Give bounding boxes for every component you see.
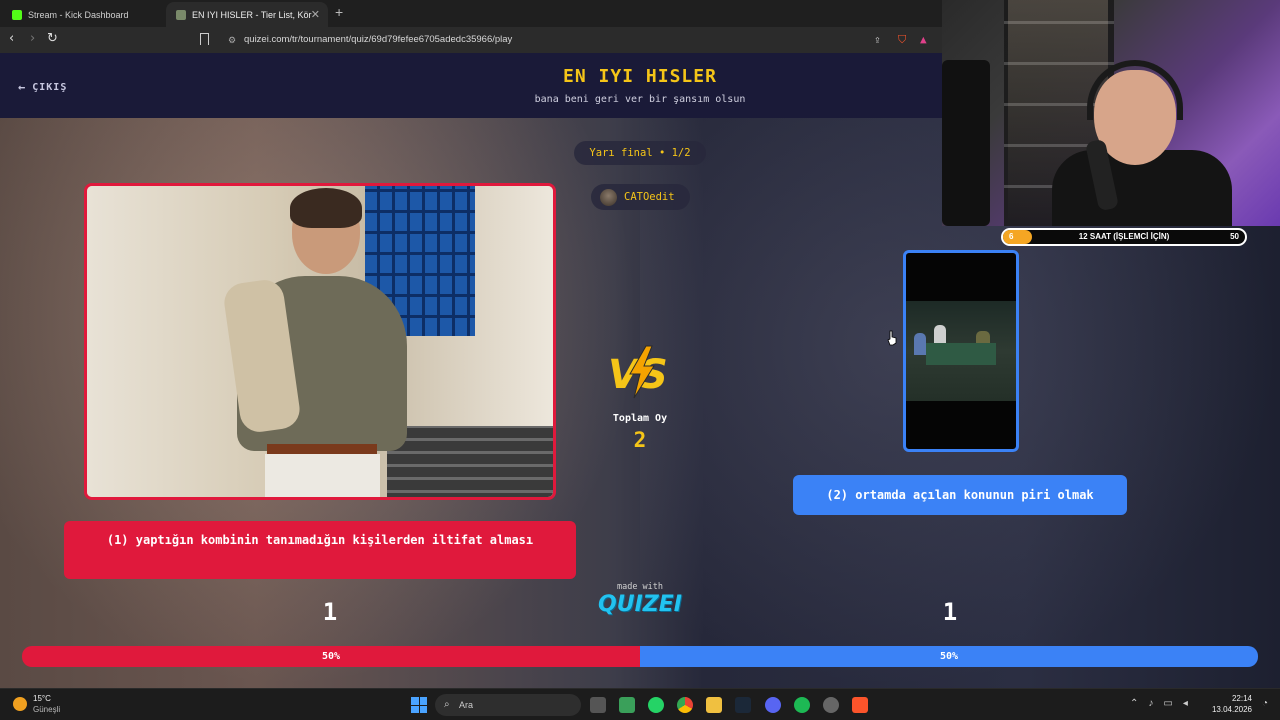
system-tray: ⌃ ♪ ▭ ◂	[1130, 698, 1188, 709]
file-explorer-icon[interactable]	[706, 697, 722, 713]
task-view-icon[interactable]	[590, 697, 606, 713]
author-badge[interactable]: CATOedit	[591, 184, 690, 210]
spotify-icon[interactable]	[794, 697, 810, 713]
notification-bell-icon[interactable]: ◔	[1262, 698, 1268, 709]
option-2-percent-bar: 50%	[640, 646, 1258, 667]
close-tab-icon[interactable]: ✕	[311, 8, 320, 21]
tab-title: Stream - Kick Dashboard	[28, 9, 129, 20]
clock-time[interactable]: 22:14	[1222, 694, 1252, 703]
weather-description[interactable]: Güneşli	[33, 705, 60, 714]
webcam-overlay	[942, 0, 1280, 226]
tab-title: EN IYI HISLER - Tier List, Kör Sıral	[192, 9, 312, 20]
option-1-percent-bar: 50%	[22, 646, 640, 667]
address-bar[interactable]: ⚙ quizei.com/tr/tournament/quiz/69d79fef…	[222, 31, 937, 49]
windows-taskbar: 15°C Güneşli ⌕ Ara ⌃ ♪ ▭ ◂ 22:14 13.04.2…	[0, 688, 1280, 720]
quizei-logo[interactable]: QUIZEI	[590, 592, 690, 617]
kick-favicon-icon	[12, 9, 22, 20]
tab-quiz[interactable]: EN IYI HISLER - Tier List, Kör Sıral ✕	[166, 2, 328, 27]
author-avatar	[600, 188, 617, 206]
tray-chevron-up-icon[interactable]: ⌃	[1130, 698, 1138, 709]
volume-icon[interactable]: ◂	[1183, 698, 1188, 709]
option-2-vote-count: 1	[942, 598, 958, 626]
bookmark-icon[interactable]	[200, 33, 209, 45]
quiz-title: EN IYI HISLER	[563, 66, 717, 87]
hand-cursor-icon	[887, 330, 897, 346]
obs-icon[interactable]	[823, 697, 839, 713]
site-info-icon[interactable]: ⚙	[228, 31, 236, 49]
browser-toolbar: ‹ › ↻ ⚙ quizei.com/tr/tournament/quiz/69…	[0, 27, 942, 53]
total-votes-value: 2	[633, 428, 647, 452]
stream-timer-bar: 6 12 SAAT (İŞLEMCİ İÇİN) 50	[1001, 228, 1247, 246]
vs-lightning-icon: VS	[608, 345, 668, 399]
back-button[interactable]: ‹	[9, 31, 14, 46]
author-name: CATOedit	[624, 191, 675, 203]
quiz-subtitle: bana beni geri ver bir şansım olsun	[534, 94, 746, 105]
windows-start-icon[interactable]	[411, 697, 427, 713]
exit-label: ÇIKIŞ	[32, 81, 68, 93]
brave-icon[interactable]	[852, 697, 868, 713]
tab-kick-dashboard[interactable]: Stream - Kick Dashboard	[2, 2, 164, 27]
search-icon: ⌕	[444, 699, 450, 710]
clock-date[interactable]: 13.04.2026	[1210, 705, 1252, 714]
brave-rewards-icon[interactable]: ▲	[920, 33, 927, 46]
network-icon[interactable]: ▭	[1163, 698, 1172, 709]
option-1-caption-button[interactable]: (1) yaptığın kombinin tanımadığın kişile…	[64, 521, 576, 579]
browser-tab-bar: Stream - Kick Dashboard EN IYI HISLER - …	[0, 0, 942, 27]
discord-icon[interactable]	[765, 697, 781, 713]
total-votes-label: Toplam Oy	[612, 413, 668, 424]
brave-shield-icon[interactable]: ⛉	[898, 33, 906, 47]
bench	[387, 426, 553, 497]
arrow-left-icon: ←	[18, 80, 27, 94]
steam-icon[interactable]	[735, 697, 751, 713]
option-1-image[interactable]	[84, 183, 556, 500]
option-2-image[interactable]	[903, 250, 1019, 452]
search-placeholder: Ara	[459, 700, 474, 710]
weather-temperature[interactable]: 15°C	[33, 694, 51, 703]
exit-button[interactable]: ← ÇIKIŞ	[18, 80, 67, 94]
option-1-vote-count: 1	[322, 598, 338, 626]
timer-label: 12 SAAT (İŞLEMCİ İÇİN)	[1078, 232, 1170, 241]
whatsapp-icon[interactable]	[648, 697, 664, 713]
forward-button[interactable]: ›	[30, 31, 35, 46]
weather-sun-icon[interactable]	[13, 697, 27, 711]
new-tab-button[interactable]: +	[335, 4, 343, 20]
reload-button[interactable]: ↻	[47, 31, 58, 46]
microphone-icon[interactable]: ♪	[1148, 698, 1153, 709]
chrome-icon[interactable]	[677, 697, 693, 713]
store-icon[interactable]	[619, 697, 635, 713]
share-icon[interactable]: ⇪	[874, 33, 881, 46]
taskbar-search[interactable]: ⌕ Ara	[435, 694, 581, 716]
made-with-label: made with	[616, 582, 664, 592]
url-text: quizei.com/tr/tournament/quiz/69d79fefee…	[244, 34, 513, 45]
timer-end-value: 50	[1230, 232, 1239, 241]
option-2-caption-button[interactable]: (2) ortamda açılan konunun piri olmak	[793, 475, 1127, 515]
quizei-favicon-icon	[176, 9, 186, 20]
round-badge: Yarı final • 1/2	[574, 141, 706, 165]
